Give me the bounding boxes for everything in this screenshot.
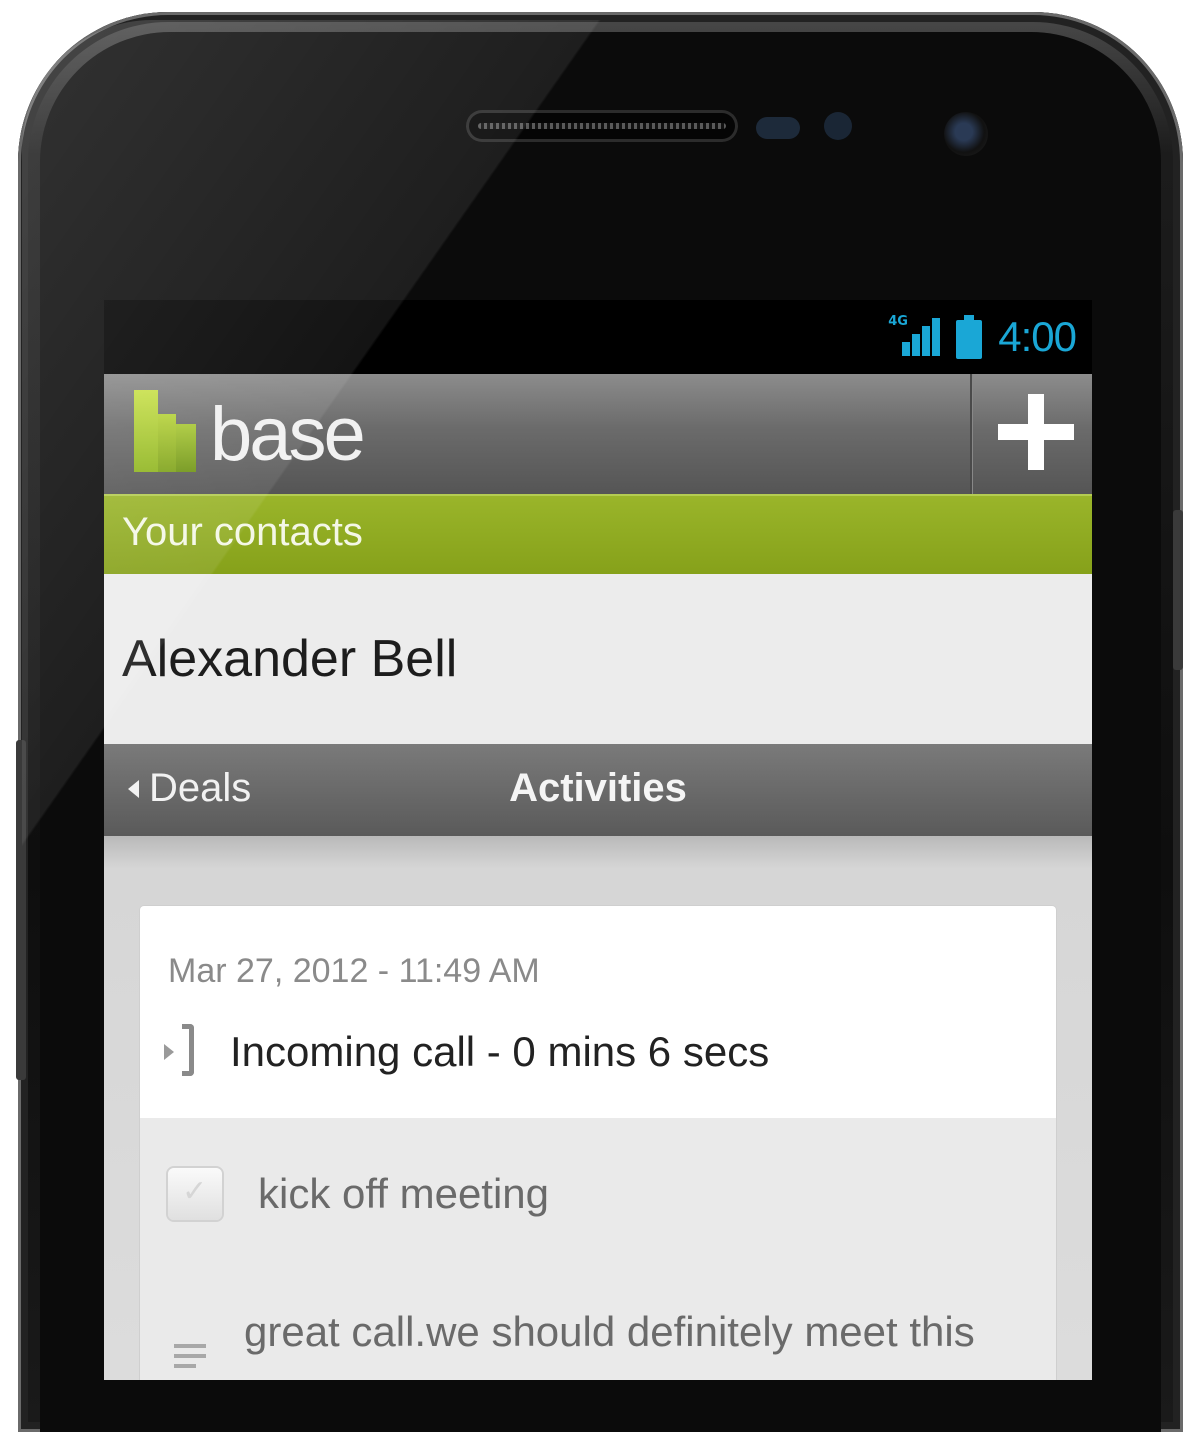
incoming-call-icon (164, 1024, 204, 1080)
app-brand-name: base (210, 392, 366, 477)
call-entry: Incoming call - 0 mins 6 secs (164, 1024, 769, 1080)
note-entry: great call.we should definitely meet thi… (174, 1308, 1044, 1374)
tab-bar: Activities Deals (104, 744, 1092, 836)
chevron-left-icon (128, 779, 139, 798)
task-entry: kick off meeting (168, 1168, 549, 1220)
activity-details: kick off meeting great call.we should de… (140, 1118, 1056, 1380)
tab-activities[interactable]: Activities (104, 766, 1092, 811)
base-logo-icon (134, 390, 196, 472)
call-summary: Incoming call - 0 mins 6 secs (230, 1028, 770, 1075)
task-checkbox[interactable] (168, 1168, 222, 1220)
side-button-right (1173, 510, 1183, 670)
note-text: great call.we should definitely meet thi… (244, 1308, 975, 1355)
note-icon (174, 1344, 206, 1374)
add-button[interactable] (972, 374, 1092, 494)
front-camera (944, 112, 988, 156)
network-type-label: 4G (888, 314, 908, 329)
side-button-left (16, 740, 26, 1080)
activities-list: Mar 27, 2012 - 11:49 AM Incoming call - … (104, 836, 1092, 1380)
phone-screen: 4G 4:00 base Your contacts Alexander Bel… (104, 300, 1092, 1380)
activity-card[interactable]: Mar 27, 2012 - 11:49 AM Incoming call - … (140, 906, 1056, 1380)
task-label: kick off meeting (258, 1170, 550, 1217)
section-header: Your contacts (104, 494, 1092, 574)
tab-deals[interactable]: Deals (128, 766, 251, 811)
status-bar: 4G 4:00 (104, 300, 1092, 374)
activity-date: Mar 27, 2012 - 11:49 AM (168, 952, 540, 990)
app-action-bar: base (104, 374, 1092, 494)
light-sensor (824, 112, 852, 140)
earpiece-speaker (466, 110, 738, 142)
signal-icon: 4G (888, 314, 941, 360)
status-clock: 4:00 (998, 313, 1077, 360)
tab-deals-label: Deals (149, 766, 252, 810)
proximity-sensor (756, 117, 800, 139)
section-title: Your contacts (122, 510, 363, 554)
contact-name: Alexander Bell (122, 630, 458, 688)
contact-header: Alexander Bell (104, 574, 1092, 744)
battery-icon (956, 315, 983, 359)
